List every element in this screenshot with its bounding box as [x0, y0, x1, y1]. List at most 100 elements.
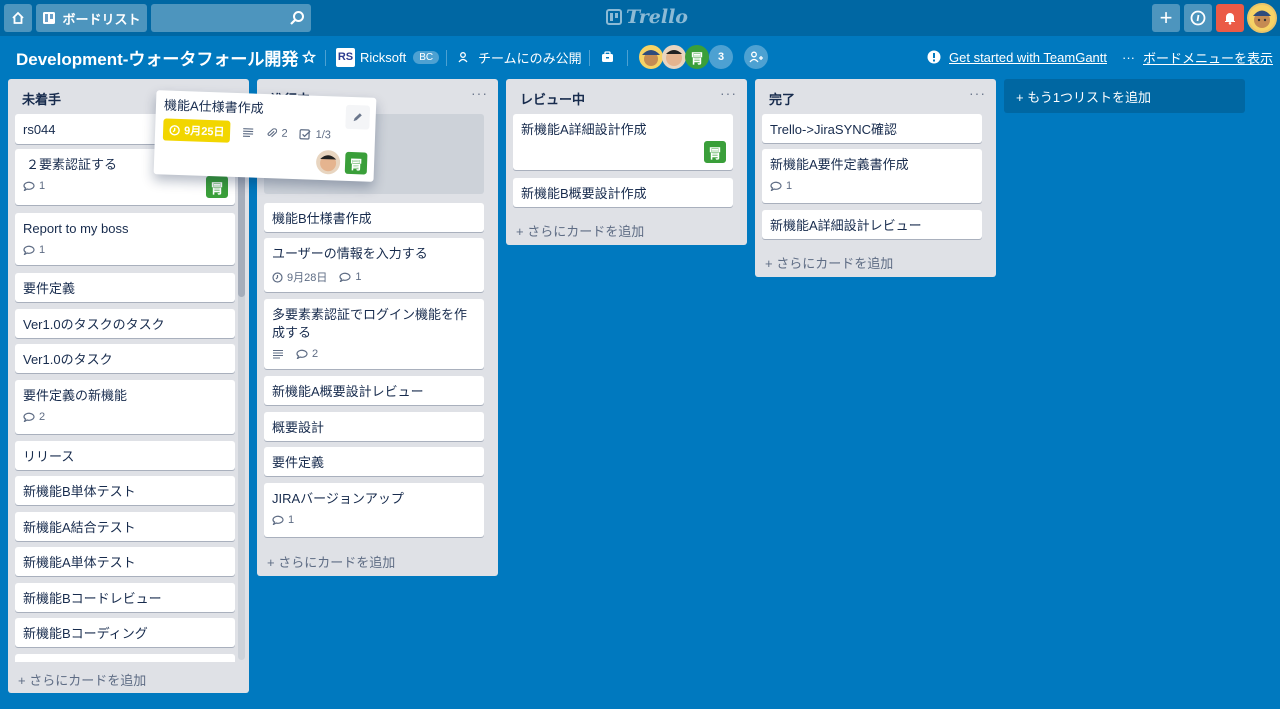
board-menu[interactable]: ··· ボードメニューを表示 [1122, 36, 1273, 78]
invite-button[interactable] [744, 45, 768, 69]
comments-badge: 1 [272, 514, 294, 526]
card[interactable]: 多要素素認証でログイン機能を作成する 2 [264, 299, 484, 369]
card-title: 新機能A概要設計レビュー [272, 384, 424, 399]
comments-badge: 1 [339, 271, 361, 283]
card[interactable]: 新機能A単体テスト [15, 547, 235, 576]
card-badges: 1 [23, 180, 227, 192]
team-button[interactable]: RS Ricksoft BC [336, 36, 440, 78]
comment-icon [23, 412, 35, 422]
card[interactable]: 新機能A結合テスト [15, 512, 235, 541]
card-badges: 1 [770, 180, 974, 192]
card-title: 機能A仕様書作成 [163, 97, 264, 116]
teamgantt-link[interactable]: Get started with TeamGantt [949, 50, 1107, 65]
card[interactable]: Trello->JiraSYNC確認 [762, 114, 982, 143]
clock-icon [272, 271, 283, 283]
edit-card-button[interactable] [345, 104, 371, 130]
star-button[interactable] [302, 36, 316, 78]
due-date-badge: 9月28日 [272, 269, 327, 285]
list-title[interactable]: レビュー中 [520, 89, 585, 108]
comments-badge: 1 [770, 180, 792, 192]
card[interactable]: Ver1.0のタスク [15, 344, 235, 373]
card-member-avatar[interactable]: 冐 [343, 150, 369, 176]
search-input[interactable] [151, 4, 311, 32]
card-title: リリース [23, 449, 75, 464]
card[interactable]: 新機能A詳細設計レビュー [762, 210, 982, 239]
visibility-button[interactable]: チームにのみ公開 [458, 36, 582, 78]
more-icon: ··· [1122, 49, 1135, 65]
user-avatar-icon [1253, 10, 1271, 28]
card[interactable]: 新機能Bコードレビュー [15, 583, 235, 612]
card-member-avatar[interactable]: 冐 [703, 140, 727, 164]
member-avatar-2[interactable] [662, 45, 686, 69]
card[interactable]: 要件定義の新機能 2 [15, 380, 235, 434]
paperclip-icon [267, 127, 278, 137]
card-title: ユーザーの情報を入力する [272, 246, 428, 261]
member-avatar-1[interactable] [639, 45, 663, 69]
add-card-button[interactable]: + さらにカードを追加 [267, 552, 395, 571]
list-scrollbar[interactable] [238, 112, 245, 660]
card[interactable]: 新機能A詳細設計作成 冐 [513, 114, 733, 170]
card[interactable]: 新機能A概要設計レビュー [264, 376, 484, 405]
list-menu-button[interactable]: ··· [969, 85, 986, 101]
card[interactable]: ユーザーの情報を入力する 9月28日 1 [264, 238, 484, 292]
add-card-button[interactable]: + さらにカードを追加 [765, 253, 893, 272]
due-date: 9月28日 [287, 272, 328, 284]
top-bar: ボードリスト Trello + [0, 0, 1280, 36]
list-in-review: レビュー中 ··· 新機能A詳細設計作成 冐 新機能B概要設計作成 + さらにカ… [506, 79, 747, 245]
notifications-button[interactable] [1216, 4, 1244, 32]
card[interactable]: Report to my boss 1 [15, 213, 235, 265]
comment-icon [770, 181, 782, 191]
card[interactable]: 新機能A要件定義書作成 1 [762, 149, 982, 203]
card-title: 要件定義の新機能 [23, 388, 128, 403]
card[interactable]: 新機能Bコーディング [15, 618, 235, 647]
dragging-card[interactable]: 機能A仕様書作成 9月25日 2 1/3 冐 [153, 90, 377, 182]
pencil-icon [353, 113, 362, 122]
card[interactable]: 機能B仕様書作成 [264, 203, 484, 232]
list-menu-button[interactable]: ··· [471, 85, 488, 101]
card-badges: 9月25日 2 1/3 [162, 118, 368, 147]
due-date: 9月25日 [183, 125, 225, 139]
more-members-button[interactable]: 3 [709, 45, 733, 69]
trello-logo[interactable]: Trello [606, 6, 688, 28]
create-button[interactable]: + [1152, 4, 1180, 32]
add-list-button[interactable]: + もう1つリストを追加 [1004, 79, 1245, 113]
add-card-button[interactable]: + さらにカードを追加 [18, 670, 146, 689]
card[interactable]: 要件定義 [15, 273, 235, 302]
card[interactable]: 概要設計 [264, 412, 484, 441]
list-title[interactable]: 未着手 [22, 89, 61, 108]
checklist-badge: 1/3 [299, 128, 331, 141]
card-title: Ver1.0のタスクのタスク [23, 317, 165, 332]
card-badges: 1 [272, 514, 476, 526]
card-partial[interactable] [15, 654, 235, 662]
card[interactable]: リリース [15, 441, 235, 470]
member-avatar-3[interactable]: 冐 [685, 45, 709, 69]
comments-count: 1 [39, 244, 46, 256]
butler-button[interactable] [601, 36, 614, 78]
card-member-avatar[interactable]: 冐 [205, 175, 229, 199]
clock-icon [169, 124, 180, 136]
user-avatar[interactable] [1247, 3, 1277, 33]
boards-button[interactable]: ボードリスト [36, 4, 147, 32]
card[interactable]: 要件定義 [264, 447, 484, 476]
add-card-button[interactable]: + さらにカードを追加 [516, 221, 644, 240]
member-avatar-icon: 冐 [690, 50, 704, 66]
divider [325, 50, 326, 66]
card[interactable]: JIRAバージョンアップ 1 [264, 483, 484, 537]
list-menu-button[interactable]: ··· [720, 85, 737, 101]
due-date-badge[interactable]: 9月25日 [162, 118, 231, 143]
search-icon[interactable] [289, 10, 305, 26]
list-title[interactable]: 完了 [769, 89, 795, 108]
show-menu-link[interactable]: ボードメニューを表示 [1143, 48, 1273, 67]
card[interactable]: 新機能B単体テスト [15, 476, 235, 505]
info-button[interactable] [1184, 4, 1212, 32]
checklist-icon [299, 129, 312, 140]
divider [589, 50, 590, 66]
home-button[interactable] [4, 4, 32, 32]
card-title: 多要素素認証でログイン機能を作成する [272, 307, 468, 340]
card[interactable]: Ver1.0のタスクのタスク [15, 309, 235, 338]
description-icon [243, 128, 254, 138]
card-member-avatar[interactable] [315, 149, 341, 175]
star-icon [302, 50, 316, 64]
card[interactable]: 新機能B概要設計作成 [513, 178, 733, 207]
board-title[interactable]: Development-ウォータフォール開発 [16, 36, 298, 78]
